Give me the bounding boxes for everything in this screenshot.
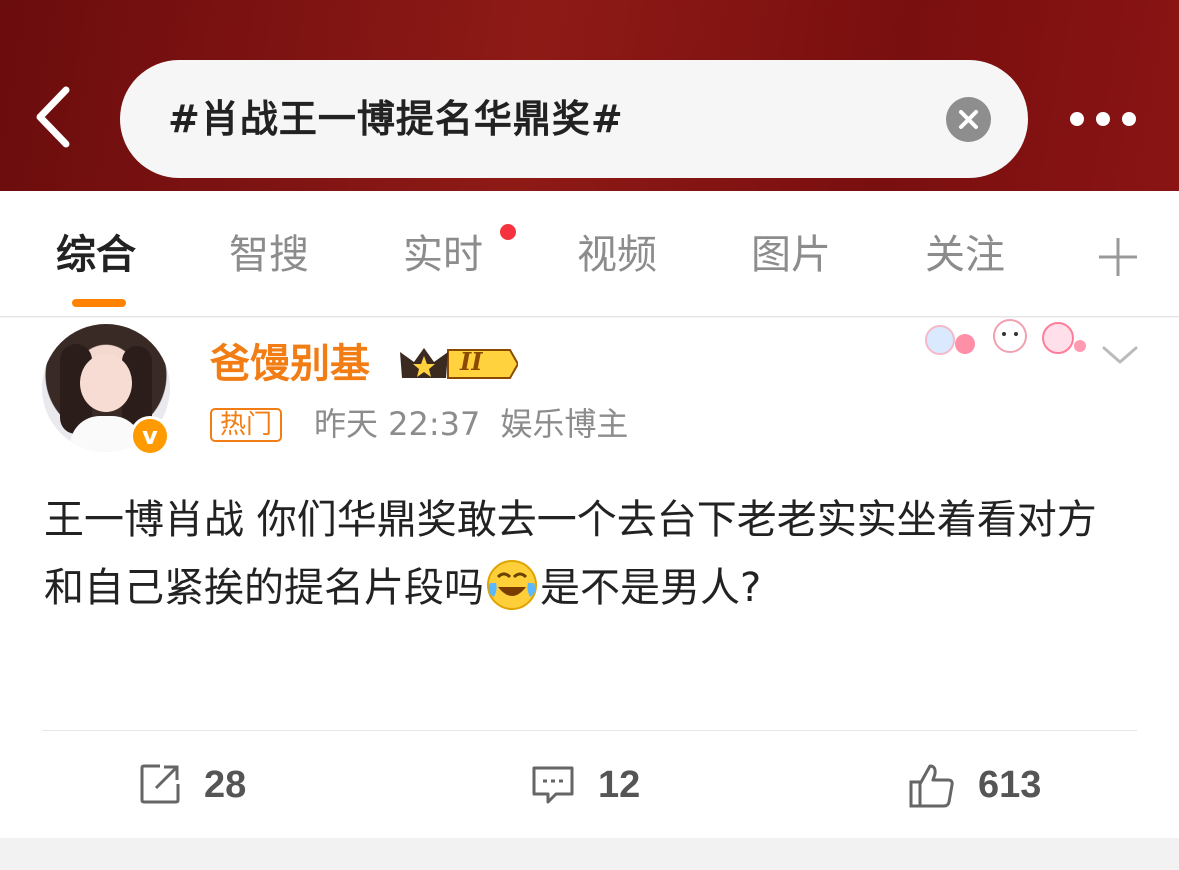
like-button[interactable]: 613	[908, 758, 1068, 812]
like-count: 613	[978, 764, 1042, 806]
more-dot-icon	[1070, 112, 1084, 126]
post-menu-button[interactable]	[1100, 340, 1140, 370]
tab-images[interactable]: 图片	[751, 227, 831, 283]
active-tab-indicator	[72, 299, 126, 307]
tab-bar: 综合 智搜 实时 视频 图片 关注	[0, 191, 1179, 317]
plus-icon	[1099, 238, 1137, 276]
more-options-button[interactable]	[1066, 105, 1142, 133]
post-time: 昨天 22:37	[314, 405, 481, 443]
avatar-face	[80, 354, 132, 412]
search-box[interactable]: #肖战王一博提名华鼎奖#	[120, 60, 1028, 178]
tab-comprehensive[interactable]: 综合	[56, 227, 136, 283]
post-text-end: 是不是男人?	[540, 565, 762, 611]
clear-search-button[interactable]	[946, 97, 991, 142]
comment-button[interactable]: 12	[530, 758, 660, 812]
chevron-down-icon	[1102, 346, 1138, 364]
tab-following[interactable]: 关注	[925, 227, 1005, 283]
level-text: II	[460, 347, 483, 376]
back-button[interactable]	[30, 82, 80, 152]
username[interactable]: 爸馒别基	[210, 336, 370, 392]
verified-v-icon: v	[130, 416, 170, 456]
more-dot-icon	[1096, 112, 1110, 126]
post-body[interactable]: 王一博肖战 你们华鼎奖敢去一个去台下老老实实坐着看对方和自己紧挨的提名片段吗 是…	[44, 486, 1134, 622]
laugh-cry-icon	[487, 560, 537, 610]
more-dot-icon	[1122, 112, 1136, 126]
repost-count: 28	[204, 764, 247, 806]
thumbs-up-icon	[909, 764, 954, 808]
hot-badge: 热门	[210, 408, 283, 442]
search-query[interactable]: #肖战王一博提名华鼎奖#	[168, 90, 624, 148]
comment-icon	[532, 766, 574, 804]
repost-icon	[140, 764, 180, 804]
repost-button[interactable]: 28	[138, 758, 278, 812]
divider	[42, 730, 1137, 731]
new-content-dot	[500, 224, 516, 240]
post-card: v 爸馒别基 II 热门 昨天 22:37 娱乐博主 王一博肖战 你们华鼎奖敢去一…	[0, 318, 1179, 838]
tab-video[interactable]: 视频	[577, 227, 657, 283]
user-category: 娱乐博主	[500, 405, 629, 443]
add-tab-button[interactable]	[1097, 236, 1139, 278]
tab-smart-search[interactable]: 智搜	[229, 227, 309, 283]
comment-count: 12	[598, 764, 641, 806]
close-icon	[959, 110, 978, 129]
crown-level-badge[interactable]: II	[398, 344, 520, 384]
decorative-sticker-icon	[925, 319, 1086, 355]
chevron-left-icon	[36, 86, 70, 148]
post-meta: 昨天 22:37 娱乐博主	[314, 404, 628, 444]
tab-realtime[interactable]: 实时	[403, 227, 483, 283]
crown-icon	[400, 348, 520, 379]
top-bar: #肖战王一博提名华鼎奖#	[0, 0, 1179, 191]
